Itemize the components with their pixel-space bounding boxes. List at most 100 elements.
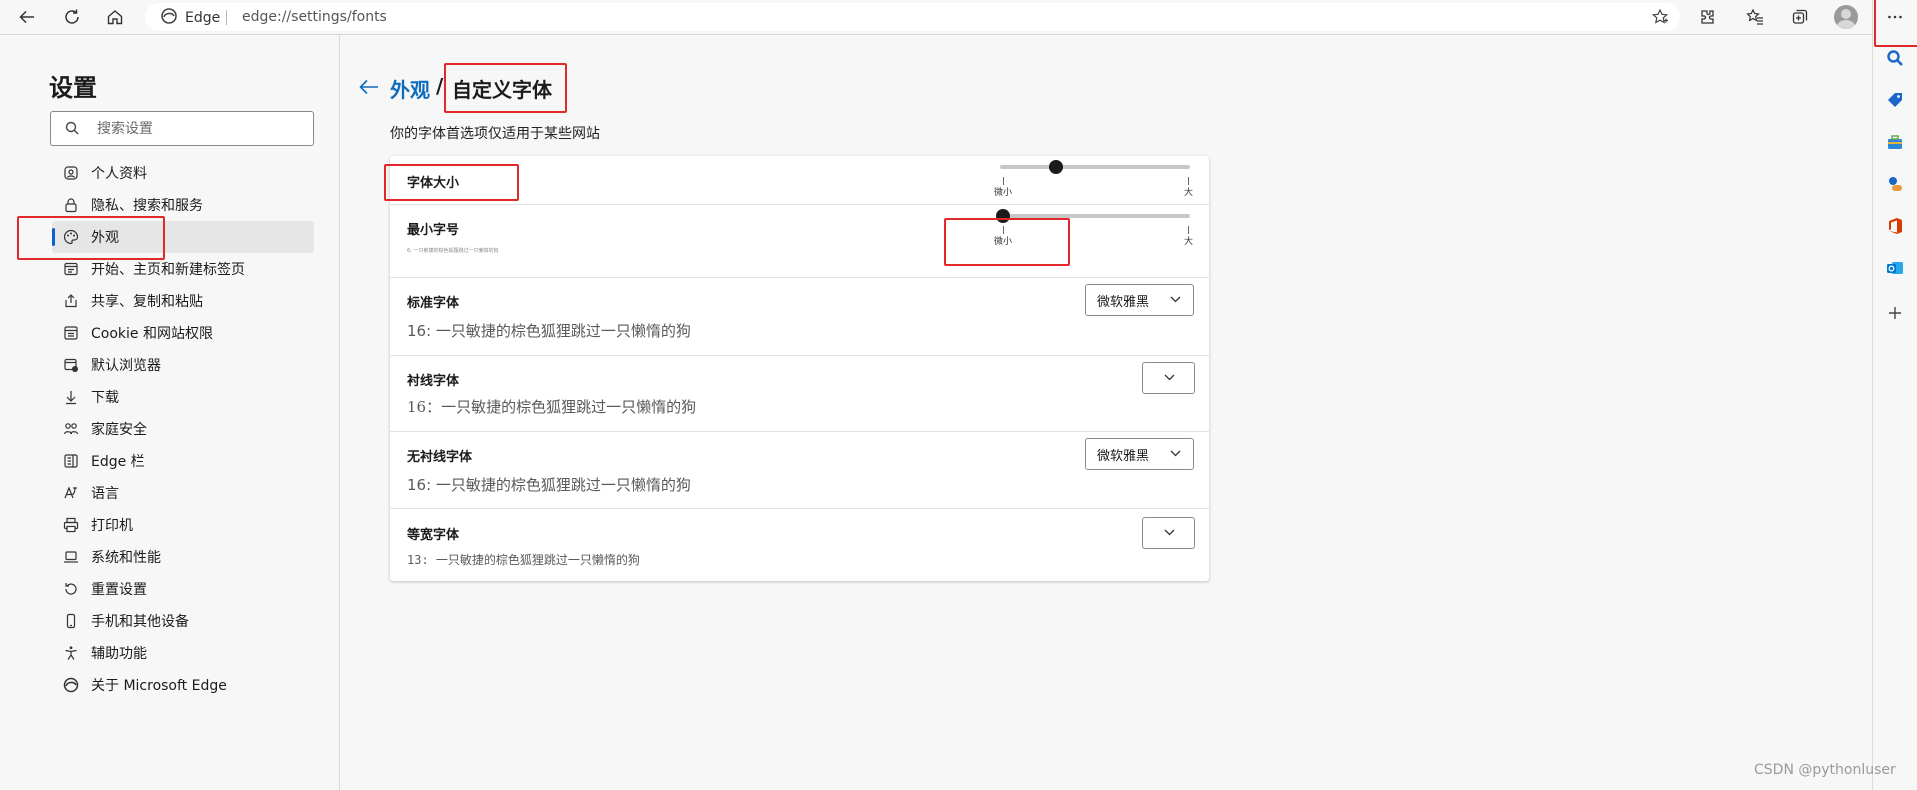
select-value: 微软雅黑 (1097, 449, 1150, 464)
sidebar-item-phone[interactable]: 手机和其他设备 (52, 605, 314, 637)
sidebar-item-start-home[interactable]: 开始、主页和新建标签页 (52, 253, 314, 285)
profile-icon (63, 165, 79, 181)
search-box[interactable] (50, 111, 314, 146)
sidebar-item-label: 家庭安全 (91, 422, 147, 438)
watermark: CSDN @pythonluser (1754, 762, 1896, 778)
back-icon[interactable] (12, 2, 42, 32)
standard-font-sample: 16: 一只敏捷的棕色狐狸跳过一只懒惰的狗 (407, 322, 691, 340)
monospace-font-row: 等宽字体 13: 一只敏捷的棕色狐狸跳过一只懒惰的狗 (390, 508, 1209, 581)
slider-min-label: 微小 (994, 237, 1013, 247)
sidebar-item-label: 语言 (91, 486, 119, 502)
search-icon[interactable] (1884, 47, 1906, 69)
browser-toolbar: Edge edge://settings/fonts (0, 0, 1917, 35)
font-size-row: 字体大小 微小 大 (390, 156, 1209, 205)
sidebar-item-profile[interactable]: 个人资料 (52, 157, 314, 189)
more-options-icon[interactable] (1884, 6, 1906, 28)
tools-icon[interactable] (1884, 131, 1906, 153)
slider-tick (1188, 226, 1189, 234)
sidebar-item-label: Edge 栏 (91, 454, 145, 470)
favorites-icon[interactable] (1740, 2, 1770, 32)
slider-track (1000, 165, 1190, 169)
sidebar-item-downloads[interactable]: 下载 (52, 381, 314, 413)
min-font-size-label: 最小字号 (407, 223, 460, 238)
edge-bar-icon (63, 453, 79, 469)
default-browser-icon (63, 357, 79, 373)
reset-icon (63, 581, 79, 597)
shopping-tag-icon[interactable] (1884, 89, 1906, 111)
sidebar-item-label: 辅助功能 (91, 646, 147, 662)
monospace-font-label: 等宽字体 (407, 528, 460, 543)
slider-tick (1003, 177, 1004, 185)
extensions-icon[interactable] (1692, 2, 1722, 32)
address-url[interactable]: edge://settings/fonts (242, 9, 387, 25)
sidebar-item-label: 共享、复制和粘贴 (91, 294, 203, 310)
sidebar-item-language[interactable]: 语言 (52, 477, 314, 509)
address-separator (226, 10, 227, 25)
sidebar-item-edge-bar[interactable]: Edge 栏 (52, 445, 314, 477)
add-favorite-icon[interactable] (1650, 7, 1670, 27)
edge-logo-icon (161, 8, 177, 28)
standard-font-select[interactable]: 微软雅黑 (1085, 284, 1194, 316)
home-tab-icon (63, 261, 79, 277)
slider-thumb[interactable] (996, 209, 1010, 223)
font-size-label: 字体大小 (407, 176, 460, 191)
slider-max-label: 大 (1184, 188, 1194, 198)
standard-font-row: 标准字体 16: 一只敏捷的棕色狐狸跳过一只懒惰的狗 微软雅黑 (390, 277, 1209, 356)
back-arrow-icon[interactable] (358, 77, 380, 97)
sidebar-item-label: 系统和性能 (91, 550, 161, 566)
home-icon[interactable] (100, 2, 130, 32)
collections-icon[interactable] (1785, 2, 1815, 32)
profile-avatar[interactable] (1834, 5, 1858, 29)
sidebar-item-appearance[interactable]: 外观 (52, 221, 314, 253)
sidebar-item-family[interactable]: 家庭安全 (52, 413, 314, 445)
slider-max-label: 大 (1184, 237, 1194, 247)
slider-thumb[interactable] (1049, 160, 1063, 174)
min-font-size-slider[interactable]: 微小 大 (994, 209, 1194, 247)
cookie-icon (63, 325, 79, 341)
serif-font-sample: 16：一只敏捷的棕色狐狸跳过一只懒惰的狗 (407, 398, 697, 416)
breadcrumb-separator: / (436, 74, 444, 98)
standard-font-label: 标准字体 (407, 296, 460, 311)
chevron-down-icon (1164, 529, 1175, 536)
outlook-icon[interactable] (1884, 257, 1906, 279)
sans-serif-font-select[interactable]: 微软雅黑 (1085, 438, 1194, 470)
min-font-size-sample: 6: 一只敏捷的棕色狐狸跳过一只懒惰的狗 (407, 248, 499, 254)
sidebar-item-about[interactable]: 关于 Microsoft Edge (52, 669, 314, 701)
sidebar-item-cookies[interactable]: Cookie 和网站权限 (52, 317, 314, 349)
min-font-size-row: 最小字号 6: 一只敏捷的棕色狐狸跳过一只懒惰的狗 微小 大 (390, 204, 1209, 278)
games-icon[interactable] (1884, 173, 1906, 195)
sidebar-item-label: 下载 (91, 390, 119, 406)
sidebar-item-default-browser[interactable]: 默认浏览器 (52, 349, 314, 381)
sans-serif-font-row: 无衬线字体 16: 一只敏捷的棕色狐狸跳过一只懒惰的狗 微软雅黑 (390, 431, 1209, 509)
family-icon (63, 421, 79, 437)
edge-sidebar-rail (1872, 0, 1917, 790)
serif-font-label: 衬线字体 (407, 374, 460, 389)
laptop-icon (63, 549, 79, 565)
fonts-settings-card: 字体大小 微小 大 最小字号 6: 一只敏捷的棕色狐狸跳过一只懒惰的狗 微小 大 (390, 156, 1209, 581)
font-size-slider[interactable]: 微小 大 (994, 160, 1194, 198)
refresh-icon[interactable] (57, 2, 87, 32)
sidebar-item-reset[interactable]: 重置设置 (52, 573, 314, 605)
slider-min-label: 微小 (994, 188, 1013, 198)
sans-serif-font-sample: 16: 一只敏捷的棕色狐狸跳过一只懒惰的狗 (407, 476, 691, 494)
monospace-font-select[interactable] (1142, 517, 1195, 549)
serif-font-select[interactable] (1142, 362, 1195, 394)
select-value: 微软雅黑 (1097, 295, 1150, 310)
sidebar-item-share[interactable]: 共享、复制和粘贴 (52, 285, 314, 317)
office-icon[interactable] (1884, 215, 1906, 237)
sidebar-item-privacy[interactable]: 隐私、搜索和服务 (52, 189, 314, 221)
add-icon[interactable] (1884, 302, 1906, 324)
sidebar-item-label: 开始、主页和新建标签页 (91, 262, 245, 278)
sidebar-item-system[interactable]: 系统和性能 (52, 541, 314, 573)
breadcrumb-parent-link[interactable]: 外观 (390, 74, 430, 103)
sidebar-item-accessibility[interactable]: 辅助功能 (52, 637, 314, 669)
address-bar[interactable]: Edge edge://settings/fonts (145, 3, 1680, 31)
search-input[interactable] (95, 118, 304, 140)
download-icon (63, 389, 79, 405)
monospace-font-sample: 13: 一只敏捷的棕色狐狸跳过一只懒惰的狗 (407, 553, 640, 567)
chevron-down-icon (1170, 450, 1181, 457)
lock-icon (63, 197, 79, 213)
edge-logo-icon (63, 677, 79, 693)
sidebar-item-label: 外观 (91, 230, 119, 246)
sidebar-item-printers[interactable]: 打印机 (52, 509, 314, 541)
